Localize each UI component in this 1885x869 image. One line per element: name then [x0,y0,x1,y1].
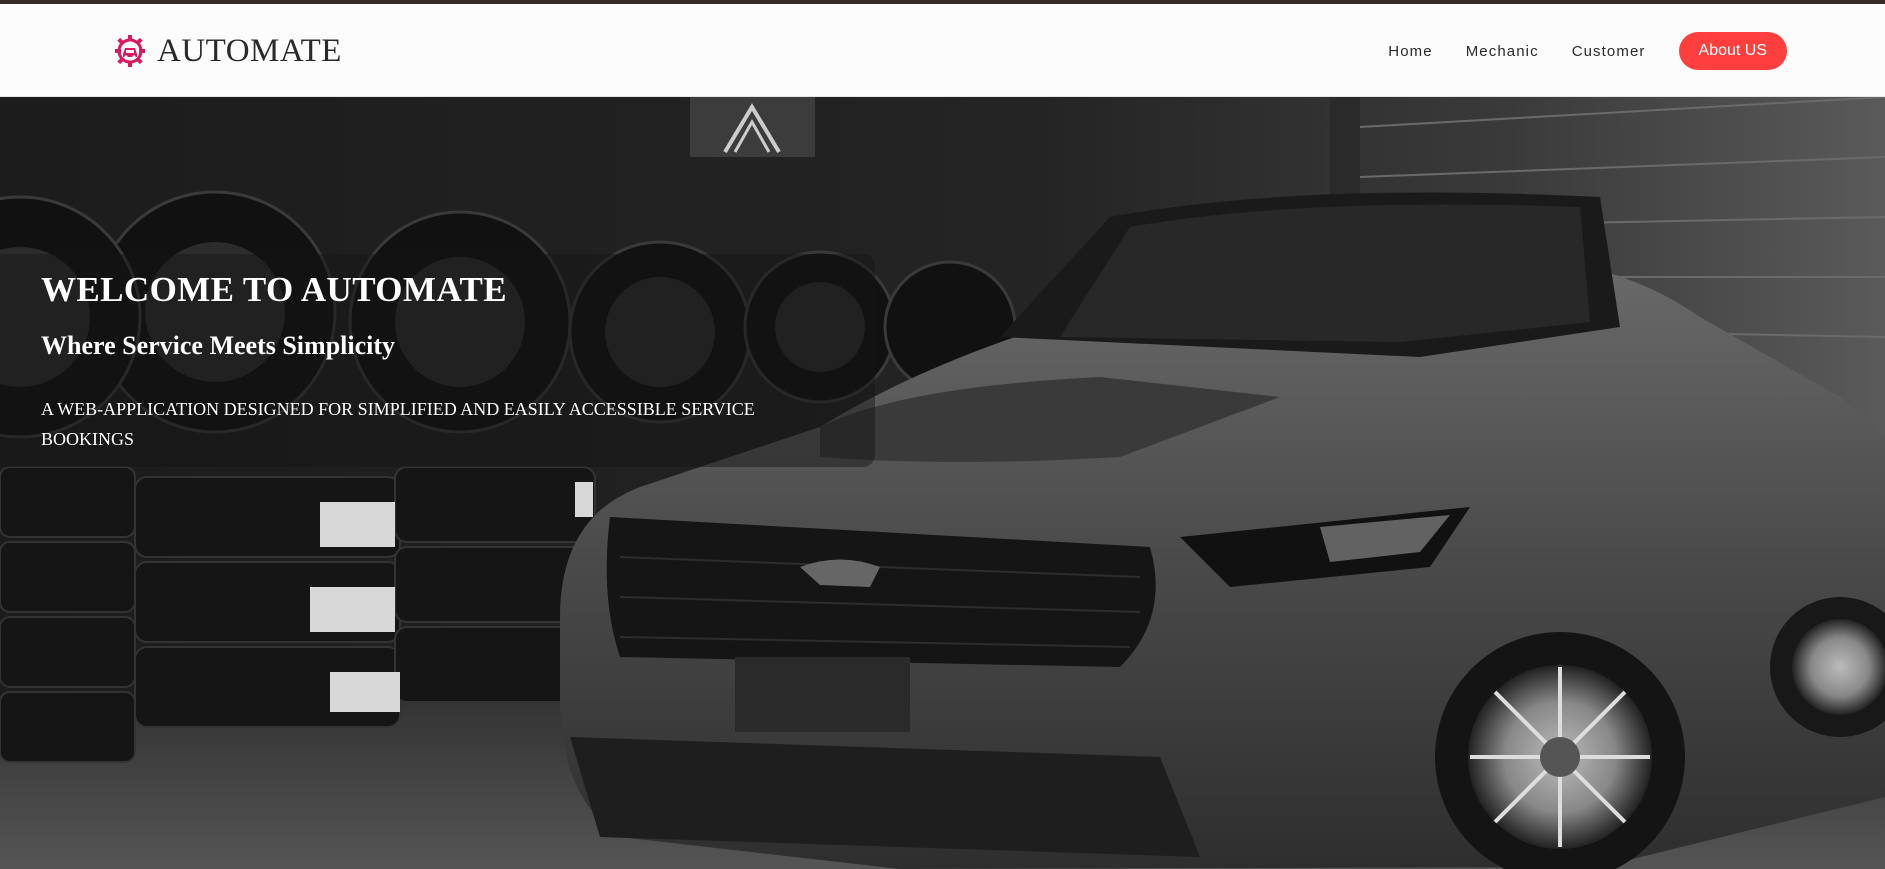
hero-subtitle: Where Service Meets Simplicity [41,331,396,360]
hero-title: WELCOME TO AUTOMATE [41,270,507,309]
hero-description: A WEB-APPLICATION DESIGNED FOR SIMPLIFIE… [41,399,755,449]
nav-link-customer[interactable]: Customer [1572,43,1646,60]
about-us-button[interactable]: About US [1678,32,1787,70]
brand[interactable]: AUTOMATE [113,31,342,71]
nav-link-mechanic[interactable]: Mechanic [1466,43,1539,60]
car-gear-icon [115,35,145,67]
hero-section: WELCOME TO AUTOMATE Where Service Meets … [0,97,1885,869]
hero-background-image [0,97,1885,869]
navbar: AUTOMATE Home Mechanic Customer About US [0,4,1885,97]
nav-link-home[interactable]: Home [1388,43,1432,60]
brand-name: AUTOMATE [157,32,342,69]
main-nav: Home Mechanic Customer About US [1388,32,1787,70]
